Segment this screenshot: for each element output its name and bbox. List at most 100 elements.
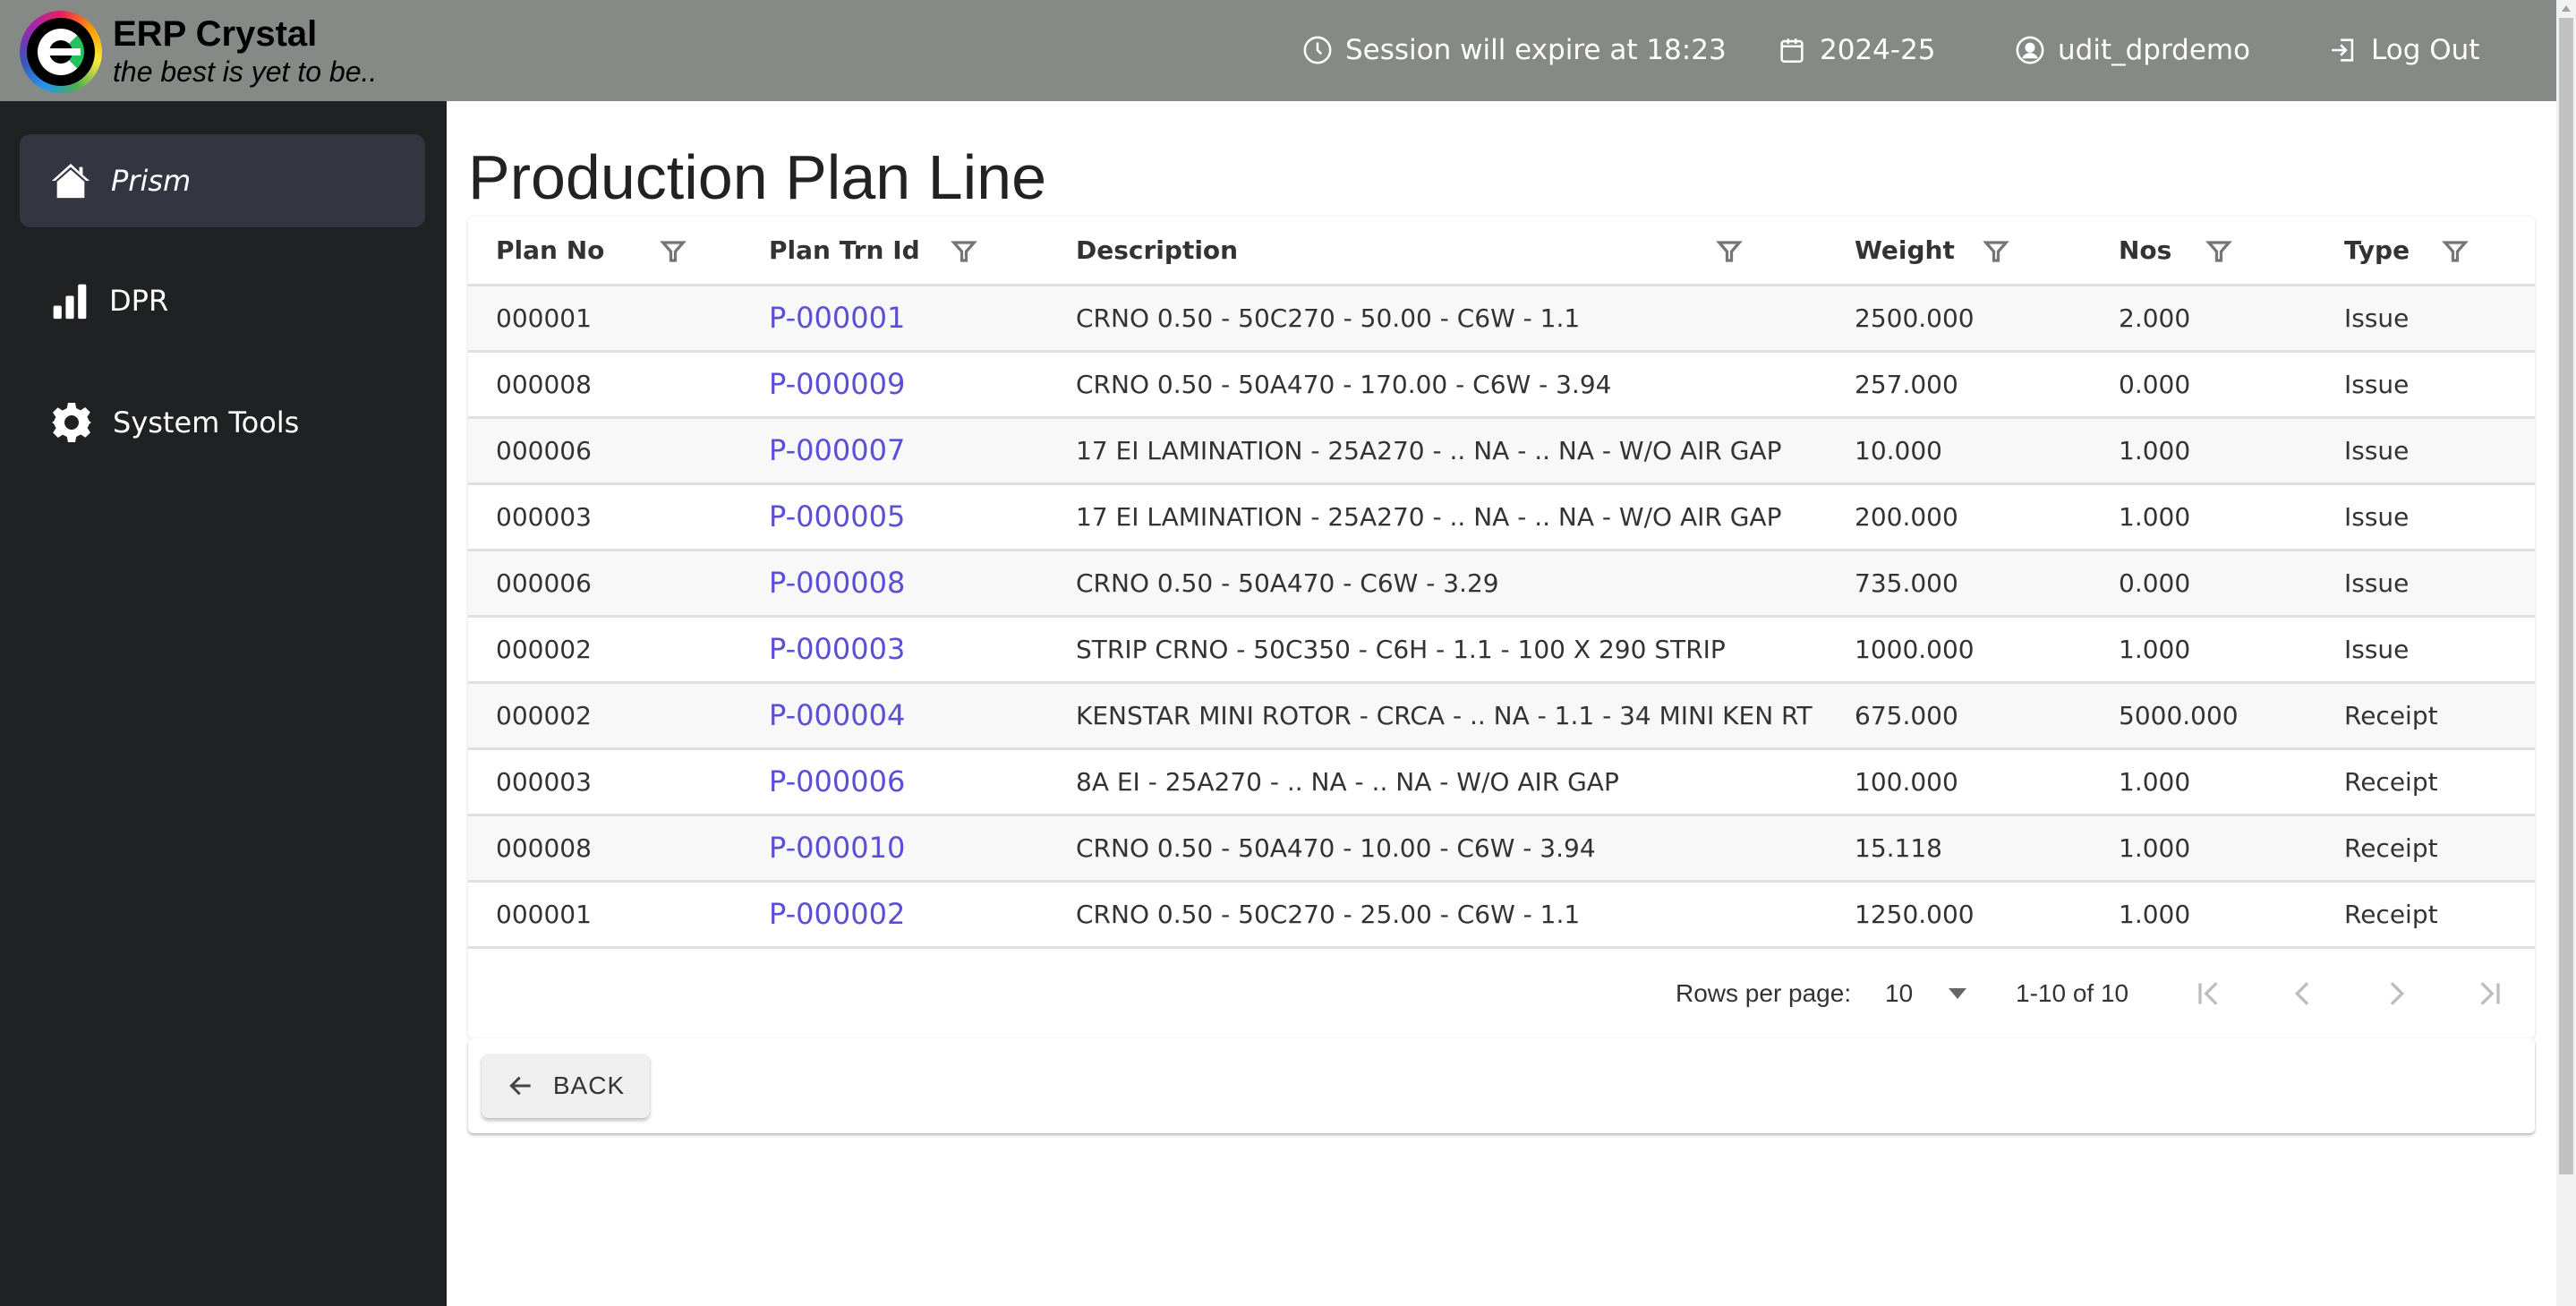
cell-plan-no: 000002 [468, 616, 741, 684]
cell-nos: 1.000 [2091, 417, 2316, 485]
table-row[interactable]: 000003 P-000005 17 EI LAMINATION - 25A270 … [468, 483, 2535, 551]
cell-text: Issue [2344, 303, 2410, 333]
logout-label: Log Out [2371, 34, 2480, 66]
sidebar-item-system-tools[interactable]: System Tools [20, 376, 425, 469]
first-page-icon[interactable] [2191, 976, 2227, 1012]
cell-nos: 1.000 [2091, 881, 2316, 949]
cell-nos: 1.000 [2091, 616, 2316, 684]
table-row[interactable]: 000001 P-000001 CRNO 0.50 - 50C270 - 50.00… [468, 285, 2535, 353]
previous-page-icon[interactable] [2285, 976, 2321, 1012]
cell-text: 1.000 [2119, 766, 2191, 797]
table-row[interactable]: 000006 P-000007 17 EI LAMINATION - 25A270 … [468, 417, 2535, 485]
filter-icon[interactable] [1983, 238, 2009, 265]
column-header-plan-trn-id[interactable]: Plan Trn Id [741, 217, 1048, 286]
financial-year[interactable]: 2024-25 [1777, 30, 1936, 70]
username: udit_dprdemo [2058, 34, 2251, 66]
cell-weight: 200.000 [1827, 483, 2091, 551]
cell-nos: 0.000 [2091, 351, 2316, 419]
column-header-plan-no[interactable]: Plan No [468, 217, 741, 286]
sidebar-item-label: DPR [109, 284, 169, 318]
plan-trn-id-link[interactable]: P-000008 [769, 566, 905, 600]
cell-text: 000001 [496, 303, 592, 333]
cell-text: 257.000 [1855, 369, 1958, 399]
filter-icon[interactable] [2442, 238, 2469, 265]
cell-description: CRNO 0.50 - 50A470 - 170.00 - C6W - 3.94 [1048, 351, 1827, 419]
logout-button[interactable]: Log Out [2328, 30, 2479, 70]
sidebar: Prism DPR System Tools [0, 101, 447, 1306]
arrow-left-icon [509, 1076, 531, 1096]
cell-nos: 2.000 [2091, 285, 2316, 353]
plan-trn-id-link[interactable]: P-000001 [769, 301, 905, 335]
session-text: Session will expire at 18:23 [1345, 34, 1727, 66]
cell-description: CRNO 0.50 - 50C270 - 50.00 - C6W - 1.1 [1048, 285, 1827, 353]
scroll-up-arrow[interactable] [2562, 5, 2571, 12]
logout-icon [2332, 38, 2354, 62]
table-row[interactable]: 000008 P-000009 CRNO 0.50 - 50A470 - 170.0… [468, 351, 2535, 419]
chevron-down-icon [1949, 987, 1967, 999]
cell-text: KENSTAR MINI ROTOR - CRCA - .. NA - 1.1 … [1076, 700, 1813, 730]
app-tagline: the best is yet to be.. [113, 55, 378, 88]
cell-weight: 257.000 [1827, 351, 2091, 419]
cell-text: 17 EI LAMINATION - 25A270 - .. NA - .. N… [1076, 501, 1782, 532]
cell-text: CRNO 0.50 - 50A470 - 170.00 - C6W - 3.94 [1076, 369, 1612, 399]
plan-trn-id-link[interactable]: P-000005 [769, 499, 905, 533]
table-row[interactable]: 000001 P-000002 CRNO 0.50 - 50C270 - 25.00… [468, 881, 2535, 949]
user-icon [2016, 36, 2044, 64]
plan-trn-id-link[interactable]: P-000009 [769, 367, 905, 401]
cell-text: 000001 [496, 899, 592, 929]
cell-text: 000006 [496, 568, 592, 598]
cell-text: 1.000 [2119, 899, 2191, 929]
column-header-type[interactable]: Type [2316, 217, 2535, 286]
cell-text: 000002 [496, 634, 592, 664]
cell-text: 675.000 [1855, 700, 1958, 730]
cell-plan-trn-id: P-000002 [741, 881, 1048, 949]
vertical-scrollbar[interactable] [2556, 0, 2576, 1306]
page-range: 1-10 of 10 [2016, 978, 2129, 1007]
cell-type: Receipt [2316, 881, 2535, 949]
scrollbar-thumb[interactable] [2559, 18, 2573, 1174]
sidebar-item-dpr[interactable]: DPR [20, 254, 425, 347]
table-row[interactable]: 000002 P-000003 STRIP CRNO - 50C350 - C6H … [468, 616, 2535, 684]
last-page-icon[interactable] [2471, 976, 2507, 1012]
table-row[interactable]: 000006 P-000008 CRNO 0.50 - 50A470 - C6W -… [468, 550, 2535, 618]
plan-trn-id-link[interactable]: P-000003 [769, 632, 905, 666]
cell-text: CRNO 0.50 - 50C270 - 50.00 - C6W - 1.1 [1076, 303, 1581, 333]
cell-text: Issue [2344, 501, 2410, 532]
plan-trn-id-link[interactable]: P-000006 [769, 764, 905, 798]
plan-line-table-card: Plan No Plan Trn Id Description Weight N… [468, 217, 2535, 1038]
cell-plan-trn-id: P-000007 [741, 417, 1048, 485]
table-row[interactable]: 000003 P-000006 8A EI - 25A270 - .. NA - .… [468, 748, 2535, 816]
cell-text: 1.000 [2119, 634, 2191, 664]
sidebar-item-prism[interactable]: Prism [20, 134, 425, 227]
cell-text: Receipt [2344, 899, 2438, 929]
top-bar: ERP Crystal the best is yet to be.. Sess… [0, 0, 2556, 101]
page-title: Production Plan Line [468, 142, 1046, 212]
column-header-nos[interactable]: Nos [2091, 217, 2316, 286]
plan-trn-id-link[interactable]: P-000004 [769, 698, 905, 732]
back-button[interactable]: BACK [482, 1054, 650, 1118]
rows-per-page-value: 10 [1885, 978, 1914, 1007]
cell-type: Receipt [2316, 815, 2535, 883]
column-header-description[interactable]: Description [1048, 217, 1827, 286]
cell-weight: 100.000 [1827, 748, 2091, 816]
cell-text: 17 EI LAMINATION - 25A270 - .. NA - .. N… [1076, 435, 1782, 465]
filter-icon[interactable] [660, 238, 687, 265]
plan-trn-id-link[interactable]: P-000007 [769, 433, 905, 467]
next-page-icon[interactable] [2378, 976, 2414, 1012]
cell-text: CRNO 0.50 - 50C270 - 25.00 - C6W - 1.1 [1076, 899, 1581, 929]
table-row[interactable]: 000008 P-000010 CRNO 0.50 - 50A470 - 10.00… [468, 815, 2535, 883]
filter-icon[interactable] [2205, 238, 2232, 265]
cell-plan-no: 000001 [468, 285, 741, 353]
cell-plan-no: 000006 [468, 550, 741, 618]
cell-text: CRNO 0.50 - 50A470 - C6W - 3.29 [1076, 568, 1499, 598]
plan-trn-id-link[interactable]: P-000010 [769, 831, 905, 865]
table-row[interactable]: 000002 P-000004 KENSTAR MINI ROTOR - CRCA … [468, 682, 2535, 750]
user-menu[interactable]: udit_dprdemo [2015, 30, 2250, 70]
filter-icon[interactable] [951, 238, 977, 265]
rows-per-page-select[interactable]: 10 [1885, 978, 1967, 1008]
table-header-row: Plan No Plan Trn Id Description Weight N… [468, 217, 2535, 286]
column-header-weight[interactable]: Weight [1827, 217, 2091, 286]
plan-trn-id-link[interactable]: P-000002 [769, 897, 905, 931]
cell-weight: 15.118 [1827, 815, 2091, 883]
filter-icon[interactable] [1716, 238, 1743, 265]
